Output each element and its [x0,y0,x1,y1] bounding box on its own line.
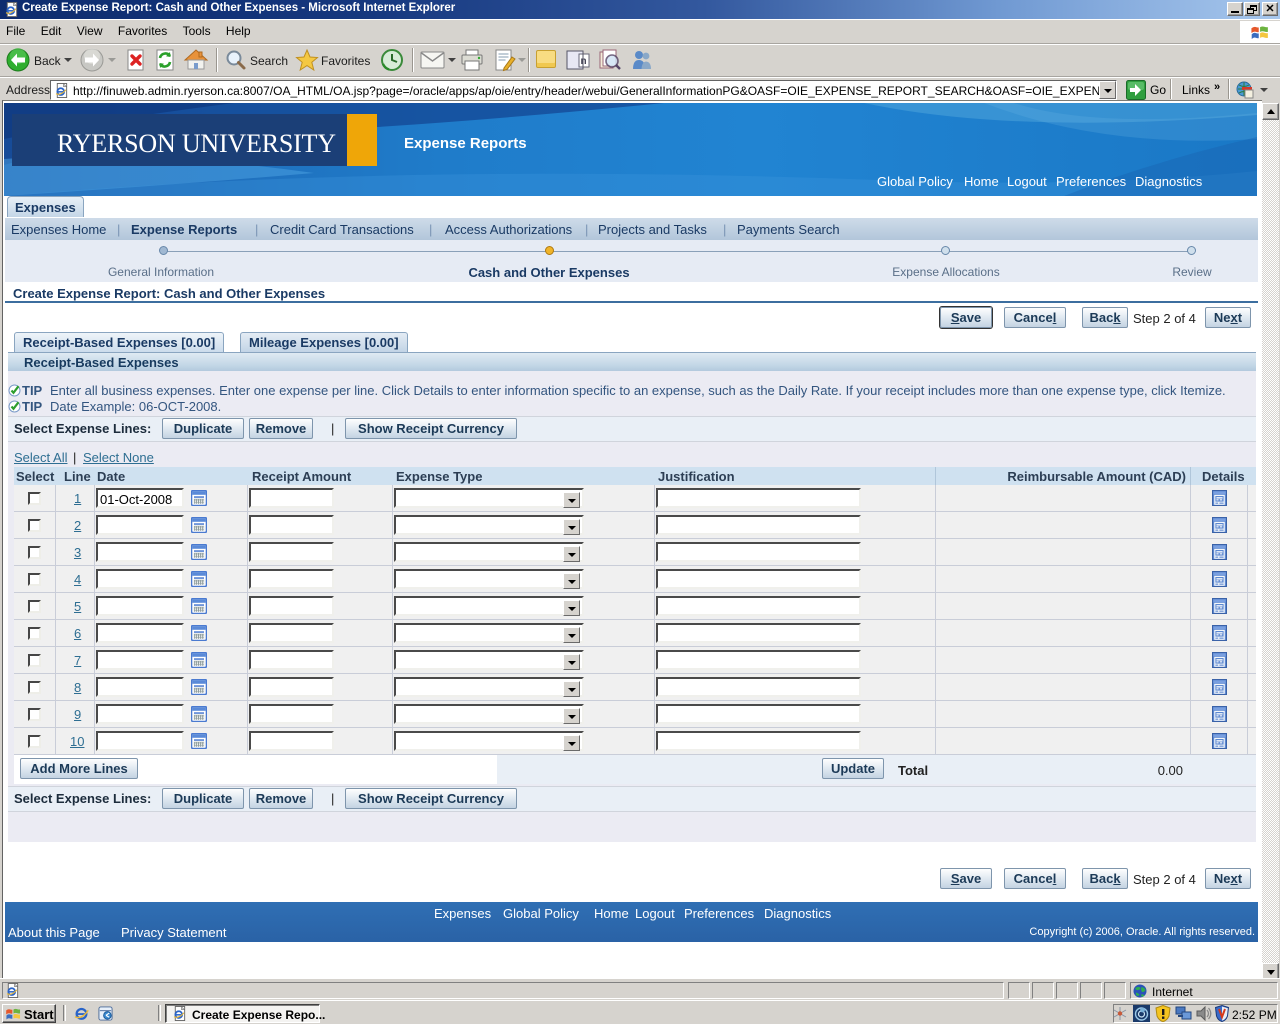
svg-text:n: n [581,56,587,67]
